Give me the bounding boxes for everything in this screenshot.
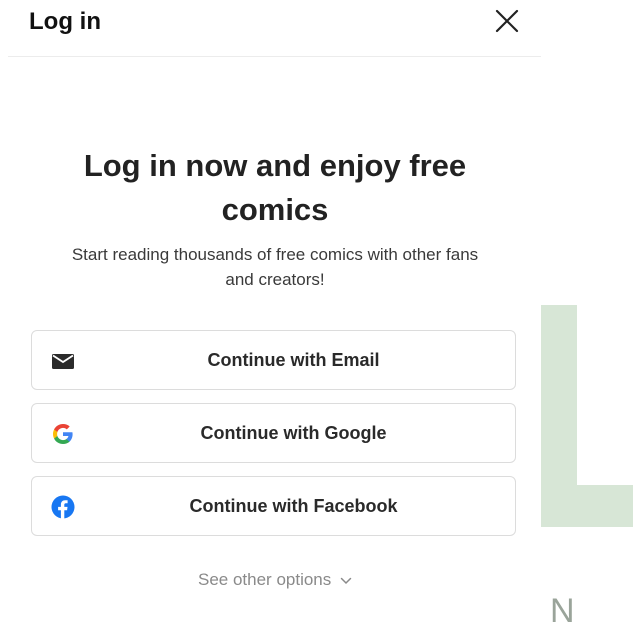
google-button-label: Continue with Google <box>200 423 387 443</box>
continue-with-facebook-button[interactable]: Continue with Facebook <box>31 476 516 536</box>
hero-subtitle: Start reading thousands of free comics w… <box>71 245 479 289</box>
screen: N Log in Log in now and enjoy free comic… <box>0 0 633 631</box>
email-icon <box>52 354 74 369</box>
hero-title: Log in now and enjoy free comics <box>83 148 467 227</box>
close-icon <box>495 9 519 33</box>
login-sheet: Log in Log in now and enjoy free comics … <box>0 0 541 631</box>
continue-with-google-button[interactable]: Continue with Google <box>31 403 516 463</box>
background-shape-right-foot <box>541 485 633 527</box>
facebook-button-label: Continue with Facebook <box>189 496 398 516</box>
google-icon <box>53 424 73 444</box>
close-button[interactable] <box>492 6 522 36</box>
header-title: Log in <box>29 8 101 35</box>
sheet-header: Log in <box>8 0 541 57</box>
continue-with-email-button[interactable]: Continue with Email <box>31 330 516 390</box>
background-letter: N <box>550 592 576 630</box>
other-options-label: See other options <box>198 570 332 589</box>
see-other-options-link[interactable]: See other options <box>180 570 370 596</box>
facebook-icon <box>51 495 75 519</box>
chevron-down-icon <box>340 577 352 584</box>
email-button-label: Continue with Email <box>207 350 380 370</box>
